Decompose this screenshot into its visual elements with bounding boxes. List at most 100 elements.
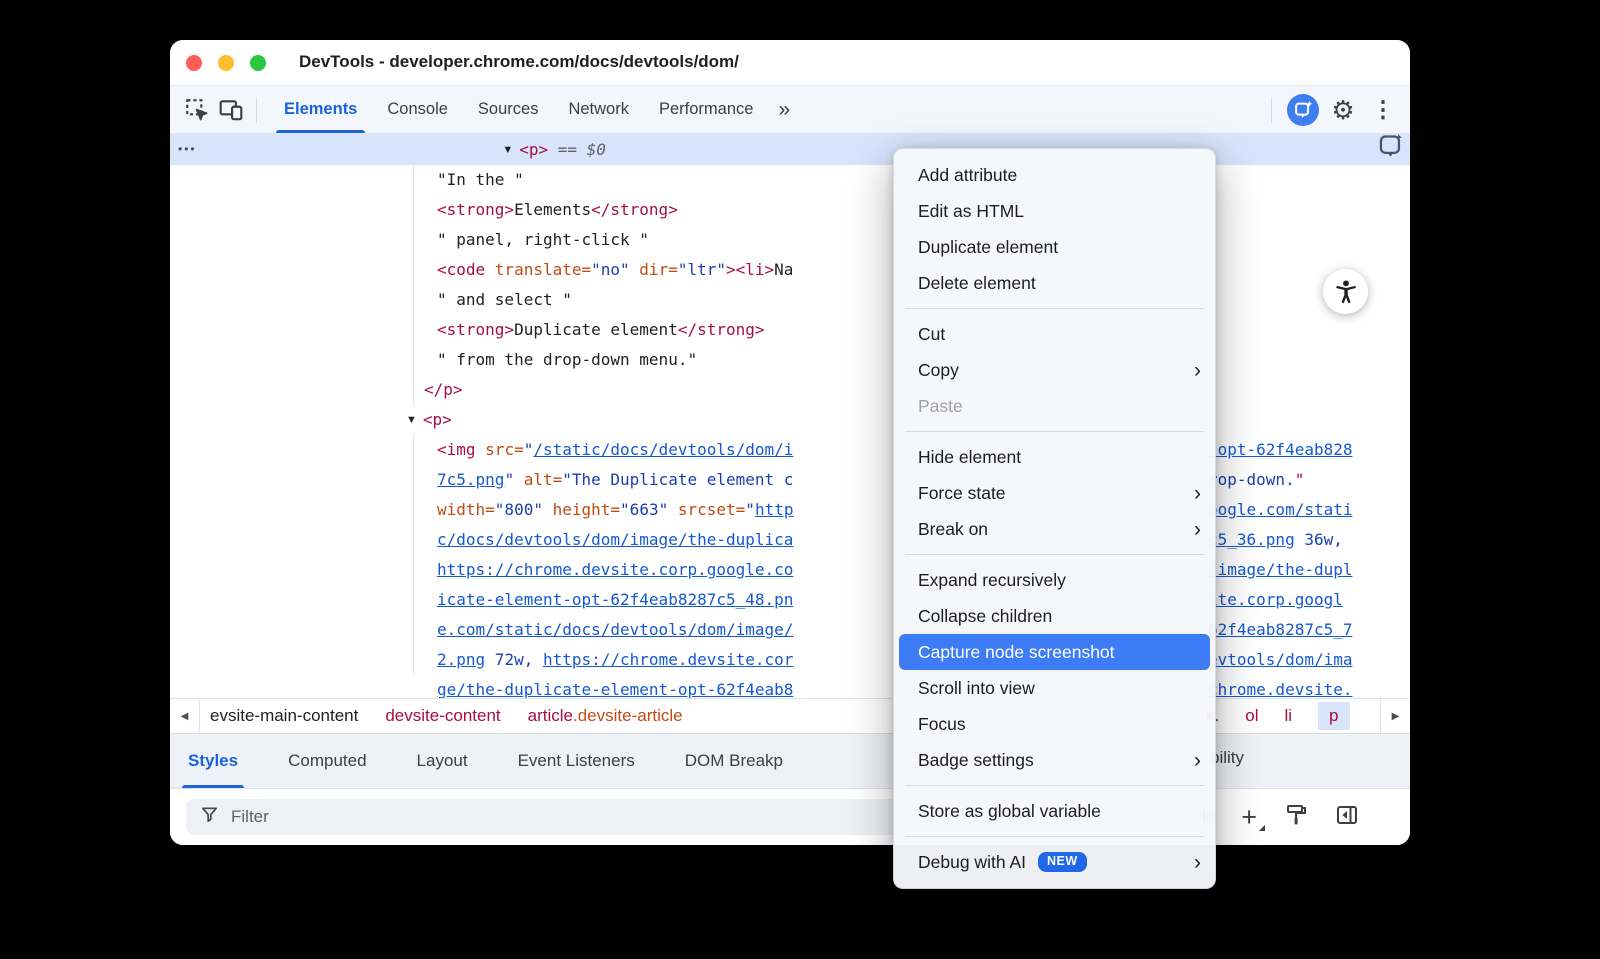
accessibility-overlay-button[interactable] [1323, 269, 1368, 314]
menu-item-debug-with-ai[interactable]: Debug with AINEW› [894, 844, 1215, 880]
breadcrumb-item-ol[interactable]: ol [1245, 706, 1258, 726]
dom-line[interactable]: </p> [170, 375, 1410, 405]
menu-item-focus[interactable]: Focus [894, 706, 1215, 742]
dom-line-right-fragment: -opt-62f4eab828 [1208, 435, 1353, 465]
panel-tab-layout[interactable]: Layout [417, 734, 468, 788]
dom-line[interactable]: <code translate="no" dir="ltr"><li>Na [170, 255, 1410, 285]
dom-line-right-fragment: evtools/dom/ima [1208, 645, 1353, 675]
menu-item-expand-recursively[interactable]: Expand recursively [894, 562, 1215, 598]
dom-line[interactable]: icate-element-opt-62f4eab8287c5_48.pnite… [170, 585, 1410, 615]
menu-item-break-on[interactable]: Break on› [894, 511, 1215, 547]
dom-line[interactable]: " from the drop-down menu." [170, 345, 1410, 375]
ai-assistant-node-icon[interactable] [1374, 129, 1406, 161]
close-button[interactable] [186, 55, 202, 71]
styles-toolbar: Filter ls +◢ [170, 789, 1410, 845]
minimize-button[interactable] [218, 55, 234, 71]
dom-line[interactable]: " panel, right-click " [170, 225, 1410, 255]
menu-item-hide-element[interactable]: Hide element [894, 439, 1215, 475]
dom-line[interactable]: " and select " [170, 285, 1410, 315]
menu-separator [905, 836, 1204, 837]
breadcrumb-item-devsite-content[interactable]: devsite-content [385, 706, 500, 726]
menu-item-delete-element[interactable]: Delete element [894, 265, 1215, 301]
submenu-chevron-icon: › [1194, 360, 1201, 381]
context-menu: Add attributeEdit as HTMLDuplicate eleme… [893, 148, 1216, 889]
zoom-button[interactable] [250, 55, 266, 71]
dom-line[interactable]: 7c5.png" alt="The Duplicate element crop… [170, 465, 1410, 495]
expand-arrow-icon[interactable]: ▼ [502, 144, 513, 156]
menu-item-edit-as-html[interactable]: Edit as HTML [894, 193, 1215, 229]
breadcrumb-item-li[interactable]: li [1284, 706, 1292, 726]
panel-tab-event-listeners[interactable]: Event Listeners [518, 734, 635, 788]
devtools-window: DevTools - developer.chrome.com/docs/dev… [170, 40, 1410, 845]
submenu-chevron-icon: › [1194, 519, 1201, 540]
breadcrumb-item-p[interactable]: p [1318, 702, 1349, 730]
menu-item-collapse-children[interactable]: Collapse children [894, 598, 1215, 634]
breadcrumb-forward-icon[interactable]: ▶ [1380, 699, 1410, 733]
menu-separator [905, 785, 1204, 786]
toolbar-divider [256, 97, 257, 123]
breadcrumb: ◀ evsite-main-content devsite-content arti… [170, 698, 1410, 733]
selected-dom-node-row[interactable]: ••• ▼<p> == $0 [170, 134, 1410, 165]
filter-placeholder: Filter [231, 807, 269, 827]
filter-funnel-icon [200, 805, 219, 829]
toolbar-right-icons: ⚙ ⋮ [1263, 93, 1410, 127]
menu-item-paste[interactable]: Paste [894, 388, 1215, 424]
caret-icon: ◢ [1259, 824, 1265, 832]
settings-gear-icon[interactable]: ⚙ [1326, 93, 1360, 127]
dom-line[interactable]: ▼<p> [170, 405, 1410, 435]
more-tabs-chevron[interactable]: » [768, 98, 800, 122]
dom-line-right-fragment: ite.corp.googl [1208, 585, 1343, 615]
tab-performance[interactable]: Performance [644, 86, 768, 133]
menu-item-scroll-into-view[interactable]: Scroll into view [894, 670, 1215, 706]
dom-line[interactable]: 2.png 72w, https://chrome.devsite.corevt… [170, 645, 1410, 675]
menu-item-badge-settings[interactable]: Badge settings› [894, 742, 1215, 778]
menu-item-copy[interactable]: Copy› [894, 352, 1215, 388]
breadcrumb-items: evsite-main-content devsite-content articl… [210, 706, 683, 726]
window-controls [186, 55, 266, 71]
menu-item-capture-node-screenshot[interactable]: Capture node screenshot [899, 634, 1210, 670]
dom-line[interactable]: e.com/static/docs/devtools/dom/image/62f… [170, 615, 1410, 645]
breadcrumb-items-right: k.ollip [1206, 702, 1350, 730]
dom-line-right-fragment: c5_36.png 36w, [1208, 525, 1343, 555]
dom-tree: ••• ▼<p> == $0 "In the "<strong>Elements… [170, 134, 1410, 698]
panel-tab-dom-breakp[interactable]: DOM Breakp [685, 734, 783, 788]
panel-tab-computed[interactable]: Computed [288, 734, 366, 788]
menu-separator [905, 308, 1204, 309]
dom-line[interactable]: <strong>Elements</strong> [170, 195, 1410, 225]
menu-item-store-as-global-variable[interactable]: Store as global variable [894, 793, 1215, 829]
more-options-icon[interactable]: ⋮ [1366, 93, 1400, 127]
dom-line[interactable]: width="800" height="663" srcset="httpoog… [170, 495, 1410, 525]
menu-separator [905, 554, 1204, 555]
menu-item-add-attribute[interactable]: Add attribute [894, 157, 1215, 193]
breadcrumb-back-icon[interactable]: ◀ [170, 699, 200, 733]
window-title: DevTools - developer.chrome.com/docs/dev… [299, 52, 739, 72]
dom-line-right-fragment: /image/the-dupl [1208, 555, 1353, 585]
breadcrumb-item-evsite-main-content[interactable]: evsite-main-content [210, 706, 358, 726]
dom-line[interactable]: https://chrome.devsite.corp.google.co/im… [170, 555, 1410, 585]
dom-line[interactable]: c/docs/devtools/dom/image/the-duplicac5_… [170, 525, 1410, 555]
new-style-rule-button[interactable]: +◢ [1241, 804, 1257, 831]
styles-pane-buttons: ls +◢ [1202, 799, 1359, 835]
dom-line[interactable]: <img src="/static/docs/devtools/dom/i-op… [170, 435, 1410, 465]
breadcrumb-item-article-devsite-article[interactable]: article.devsite-article [528, 706, 683, 726]
submenu-chevron-icon: › [1194, 750, 1201, 771]
collapse-panel-icon[interactable] [1335, 803, 1359, 832]
menu-item-cut[interactable]: Cut [894, 316, 1215, 352]
submenu-chevron-icon: › [1194, 483, 1201, 504]
dom-line-right-fragment: oogle.com/stati [1208, 495, 1353, 525]
dom-line[interactable]: <strong>Duplicate element</strong> [170, 315, 1410, 345]
menu-item-duplicate-element[interactable]: Duplicate element [894, 229, 1215, 265]
capture-feedback-icon[interactable] [1286, 93, 1320, 127]
expand-arrow-icon[interactable]: ▼ [406, 414, 417, 426]
submenu-chevron-icon: › [1194, 852, 1201, 873]
dom-line-right-fragment: rop-down." [1208, 465, 1304, 495]
rendering-brush-icon[interactable] [1284, 803, 1308, 832]
dom-line-right-fragment: 62f4eab8287c5_7 [1208, 615, 1353, 645]
node-options-dots[interactable]: ••• [178, 142, 197, 156]
dom-line[interactable]: "In the " [170, 165, 1410, 195]
title-bar: DevTools - developer.chrome.com/docs/dev… [170, 40, 1410, 86]
menu-item-force-state[interactable]: Force state› [894, 475, 1215, 511]
panel-tab-styles[interactable]: Styles [188, 734, 238, 788]
new-badge: NEW [1038, 852, 1087, 872]
dom-children: "In the "<strong>Elements</strong>" pane… [170, 165, 1410, 705]
